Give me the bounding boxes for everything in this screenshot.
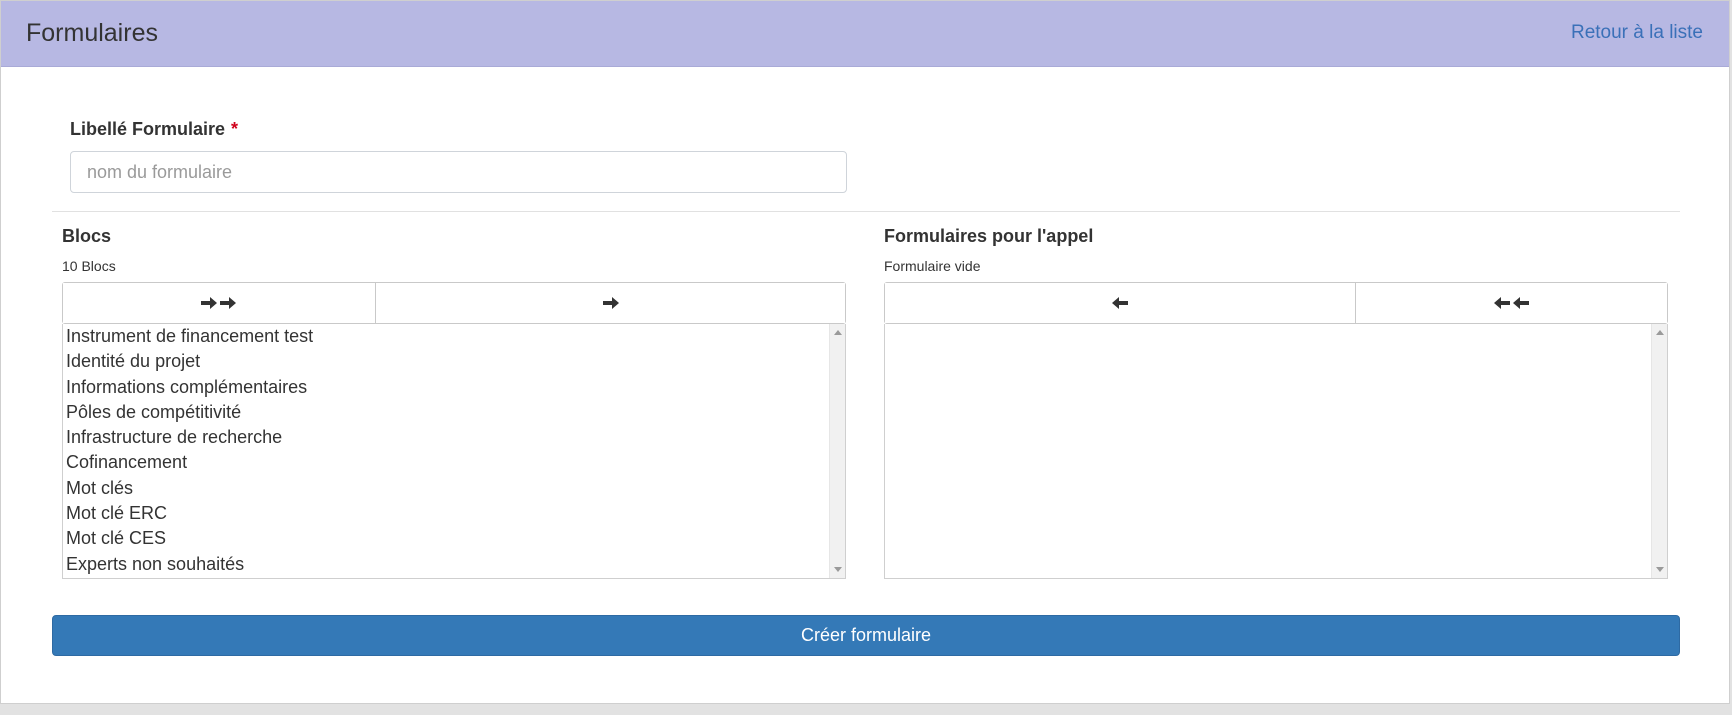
required-mark: * [231, 119, 239, 139]
back-to-list-link[interactable]: Retour à la liste [1571, 22, 1703, 44]
blocs-count: 10 Blocs [62, 258, 116, 274]
double-arrow-left-icon [1492, 295, 1532, 311]
list-item[interactable]: Cofinancement [63, 450, 829, 475]
list-item[interactable]: Pôles de compétitivité [63, 400, 829, 425]
panel-header: Formulaires Retour à la liste [1, 1, 1729, 67]
page-title: Formulaires [26, 19, 158, 47]
blocs-scrollbar[interactable] [829, 324, 845, 578]
create-form-button[interactable]: Créer formulaire [52, 615, 1680, 656]
scroll-up-arrow-icon[interactable] [834, 330, 842, 335]
list-item[interactable]: Mot clé CES [63, 526, 829, 551]
list-item[interactable]: Mot clés [63, 476, 829, 501]
selected-column: Formulaires pour l'appel Formulaire vide [884, 223, 1668, 579]
move-all-right-button[interactable] [63, 283, 375, 323]
move-right-button[interactable] [375, 283, 845, 323]
blocs-column: Blocs 10 Blocs Instrument de financement… [62, 223, 846, 579]
arrow-right-icon [601, 295, 621, 311]
form-label-text: Libellé Formulaire [70, 119, 226, 139]
selected-status: Formulaire vide [884, 258, 981, 274]
selected-list [885, 324, 1651, 578]
blocs-button-group [62, 282, 846, 324]
form-label-field-label: Libellé Formulaire * [70, 119, 238, 140]
selected-title: Formulaires pour l'appel [884, 226, 1094, 246]
scroll-up-arrow-icon[interactable] [1656, 330, 1664, 335]
scroll-down-arrow-icon[interactable] [1656, 567, 1664, 572]
double-arrow-right-icon [199, 295, 239, 311]
arrow-left-icon [1110, 295, 1130, 311]
selected-listbox[interactable] [884, 324, 1668, 579]
list-item[interactable]: Identité du projet [63, 349, 829, 374]
blocs-listbox[interactable]: Instrument de financement test Identité d… [62, 324, 846, 579]
blocs-list: Instrument de financement test Identité d… [63, 324, 829, 578]
selected-scrollbar[interactable] [1651, 324, 1667, 578]
list-item[interactable]: Instrument de financement test [63, 324, 829, 349]
list-item[interactable]: Informations complémentaires [63, 375, 829, 400]
divider [52, 211, 1680, 212]
move-all-left-button[interactable] [1355, 283, 1667, 323]
move-left-button[interactable] [885, 283, 1355, 323]
list-item[interactable]: Infrastructure de recherche [63, 425, 829, 450]
form-name-input[interactable] [70, 151, 847, 193]
scroll-down-arrow-icon[interactable] [834, 567, 842, 572]
list-item[interactable]: Mot clé ERC [63, 501, 829, 526]
selected-button-group [884, 282, 1668, 324]
list-item[interactable]: Experts non souhaités [63, 552, 829, 577]
blocs-title: Blocs [62, 226, 112, 246]
form-panel: Formulaires Retour à la liste Libellé Fo… [0, 0, 1730, 704]
